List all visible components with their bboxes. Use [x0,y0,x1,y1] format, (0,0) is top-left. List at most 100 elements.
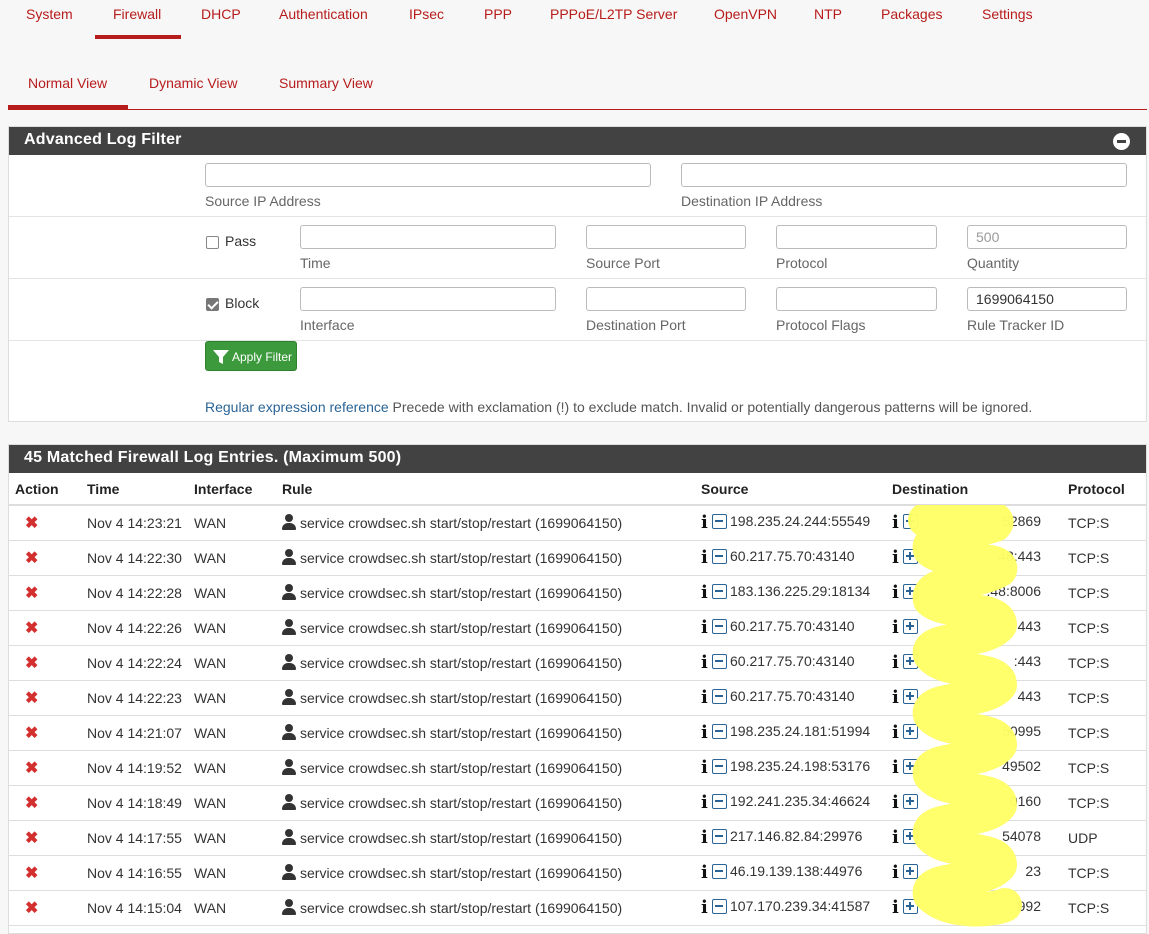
block-x-icon[interactable]: ✖ [15,513,38,533]
protocol-flags-input[interactable] [776,287,937,311]
info-icon[interactable]: i [892,862,900,883]
tab-ppp[interactable]: PPP [484,6,512,22]
plus-box-icon[interactable] [903,584,918,599]
info-icon[interactable]: i [892,547,900,568]
minus-box-icon[interactable] [712,689,727,704]
plus-box-icon[interactable] [903,549,918,564]
collapse-icon[interactable] [1113,133,1130,150]
minus-box-icon[interactable] [712,899,727,914]
info-icon[interactable]: i [892,687,900,708]
plus-box-icon[interactable] [903,899,918,914]
log-rule[interactable]: service crowdsec.sh start/stop/restart (… [300,620,622,636]
tab-settings[interactable]: Settings [982,6,1033,22]
block-x-icon[interactable]: ✖ [15,863,38,883]
tab-packages[interactable]: Packages [881,6,942,22]
info-icon[interactable]: i [701,652,709,673]
time-input[interactable] [300,225,556,249]
info-icon[interactable]: i [701,757,709,778]
info-icon[interactable]: i [701,862,709,883]
block-x-icon[interactable]: ✖ [15,688,38,708]
pass-checkbox[interactable] [206,236,219,249]
info-icon[interactable]: i [892,757,900,778]
col-protocol[interactable]: Protocol [1062,473,1146,506]
col-destination[interactable]: Destination [886,473,1062,506]
col-rule[interactable]: Rule [276,473,695,506]
plus-box-icon[interactable] [903,724,918,739]
tab-ipsec[interactable]: IPsec [409,6,444,22]
info-icon[interactable]: i [892,652,900,673]
block-x-icon[interactable]: ✖ [15,898,38,918]
minus-box-icon[interactable] [712,549,727,564]
col-time[interactable]: Time [81,473,188,506]
minus-box-icon[interactable] [712,724,727,739]
block-x-icon[interactable]: ✖ [15,758,38,778]
source-port-input[interactable] [586,225,746,249]
log-rule[interactable]: service crowdsec.sh start/stop/restart (… [300,655,622,671]
plus-box-icon[interactable] [903,794,918,809]
source-ip-input[interactable] [205,163,651,187]
apply-filter-button[interactable]: Apply Filter [205,341,297,371]
info-icon[interactable]: i [701,897,709,918]
info-icon[interactable]: i [892,512,900,533]
info-icon[interactable]: i [701,722,709,743]
info-icon[interactable]: i [701,617,709,638]
plus-box-icon[interactable] [903,689,918,704]
info-icon[interactable]: i [701,827,709,848]
block-checkbox[interactable] [206,298,219,311]
tab-firewall[interactable]: Firewall [113,6,161,22]
col-action[interactable]: Action [9,473,81,506]
info-icon[interactable]: i [701,512,709,533]
log-rule[interactable]: service crowdsec.sh start/stop/restart (… [300,795,622,811]
block-x-icon[interactable]: ✖ [15,793,38,813]
block-x-icon[interactable]: ✖ [15,618,38,638]
log-rule[interactable]: service crowdsec.sh start/stop/restart (… [300,865,622,881]
info-icon[interactable]: i [701,547,709,568]
tab-openvpn[interactable]: OpenVPN [714,6,777,22]
destination-ip-input[interactable] [681,163,1127,187]
plus-box-icon[interactable] [903,759,918,774]
tab-dynamic-view[interactable]: Dynamic View [149,75,237,91]
info-icon[interactable]: i [892,827,900,848]
quantity-input[interactable] [967,225,1127,249]
block-x-icon[interactable]: ✖ [15,723,38,743]
info-icon[interactable]: i [892,582,900,603]
minus-box-icon[interactable] [712,654,727,669]
log-rule[interactable]: service crowdsec.sh start/stop/restart (… [300,550,622,566]
block-x-icon[interactable]: ✖ [15,583,38,603]
log-rule[interactable]: service crowdsec.sh start/stop/restart (… [300,760,622,776]
tab-system[interactable]: System [26,6,73,22]
log-rule[interactable]: service crowdsec.sh start/stop/restart (… [300,585,622,601]
interface-input[interactable] [300,287,556,311]
minus-box-icon[interactable] [712,514,727,530]
minus-box-icon[interactable] [712,584,727,599]
block-x-icon[interactable]: ✖ [15,828,38,848]
col-source[interactable]: Source [695,473,886,506]
info-icon[interactable]: i [892,617,900,638]
col-interface[interactable]: Interface [188,473,276,506]
plus-box-icon[interactable] [903,829,918,844]
block-x-icon[interactable]: ✖ [15,653,38,673]
protocol-input[interactable] [776,225,937,249]
regex-reference-link[interactable]: Regular expression reference [205,399,389,415]
info-icon[interactable]: i [701,687,709,708]
info-icon[interactable]: i [892,897,900,918]
info-icon[interactable]: i [892,792,900,813]
minus-box-icon[interactable] [712,794,727,809]
minus-box-icon[interactable] [712,829,727,844]
tab-normal-view[interactable]: Normal View [28,75,107,91]
rule-tracker-input[interactable] [967,287,1127,311]
info-icon[interactable]: i [701,792,709,813]
log-rule[interactable]: service crowdsec.sh start/stop/restart (… [300,900,622,916]
plus-box-icon[interactable] [903,654,918,669]
tab-dhcp[interactable]: DHCP [201,6,241,22]
log-rule[interactable]: service crowdsec.sh start/stop/restart (… [300,515,622,531]
block-x-icon[interactable]: ✖ [15,548,38,568]
info-icon[interactable]: i [892,722,900,743]
minus-box-icon[interactable] [712,759,727,774]
info-icon[interactable]: i [701,582,709,603]
log-rule[interactable]: service crowdsec.sh start/stop/restart (… [300,830,622,846]
tab-summary-view[interactable]: Summary View [279,75,373,91]
minus-box-icon[interactable] [712,864,727,879]
destination-port-input[interactable] [586,287,746,311]
plus-box-icon[interactable] [903,864,918,879]
